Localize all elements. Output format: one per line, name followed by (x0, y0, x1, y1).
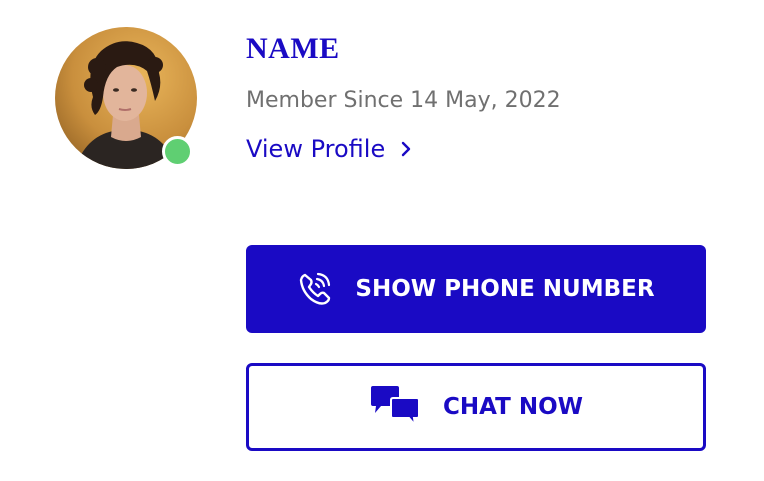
show-phone-number-button[interactable]: SHOW PHONE NUMBER (246, 245, 706, 333)
chevron-right-icon (399, 140, 413, 158)
member-since-text: Member Since 14 May, 2022 (246, 88, 561, 113)
chat-now-label: CHAT NOW (442, 394, 583, 420)
view-profile-link[interactable]: View Profile (246, 135, 413, 163)
phone-call-icon (297, 271, 333, 307)
show-phone-number-label: SHOW PHONE NUMBER (355, 276, 655, 302)
view-profile-label: View Profile (246, 135, 386, 163)
chat-bubbles-icon (369, 385, 421, 429)
chat-now-button[interactable]: CHAT NOW (246, 363, 706, 451)
online-status-indicator (162, 136, 193, 167)
profile-name: NAME (246, 32, 340, 65)
avatar-container (55, 27, 197, 169)
